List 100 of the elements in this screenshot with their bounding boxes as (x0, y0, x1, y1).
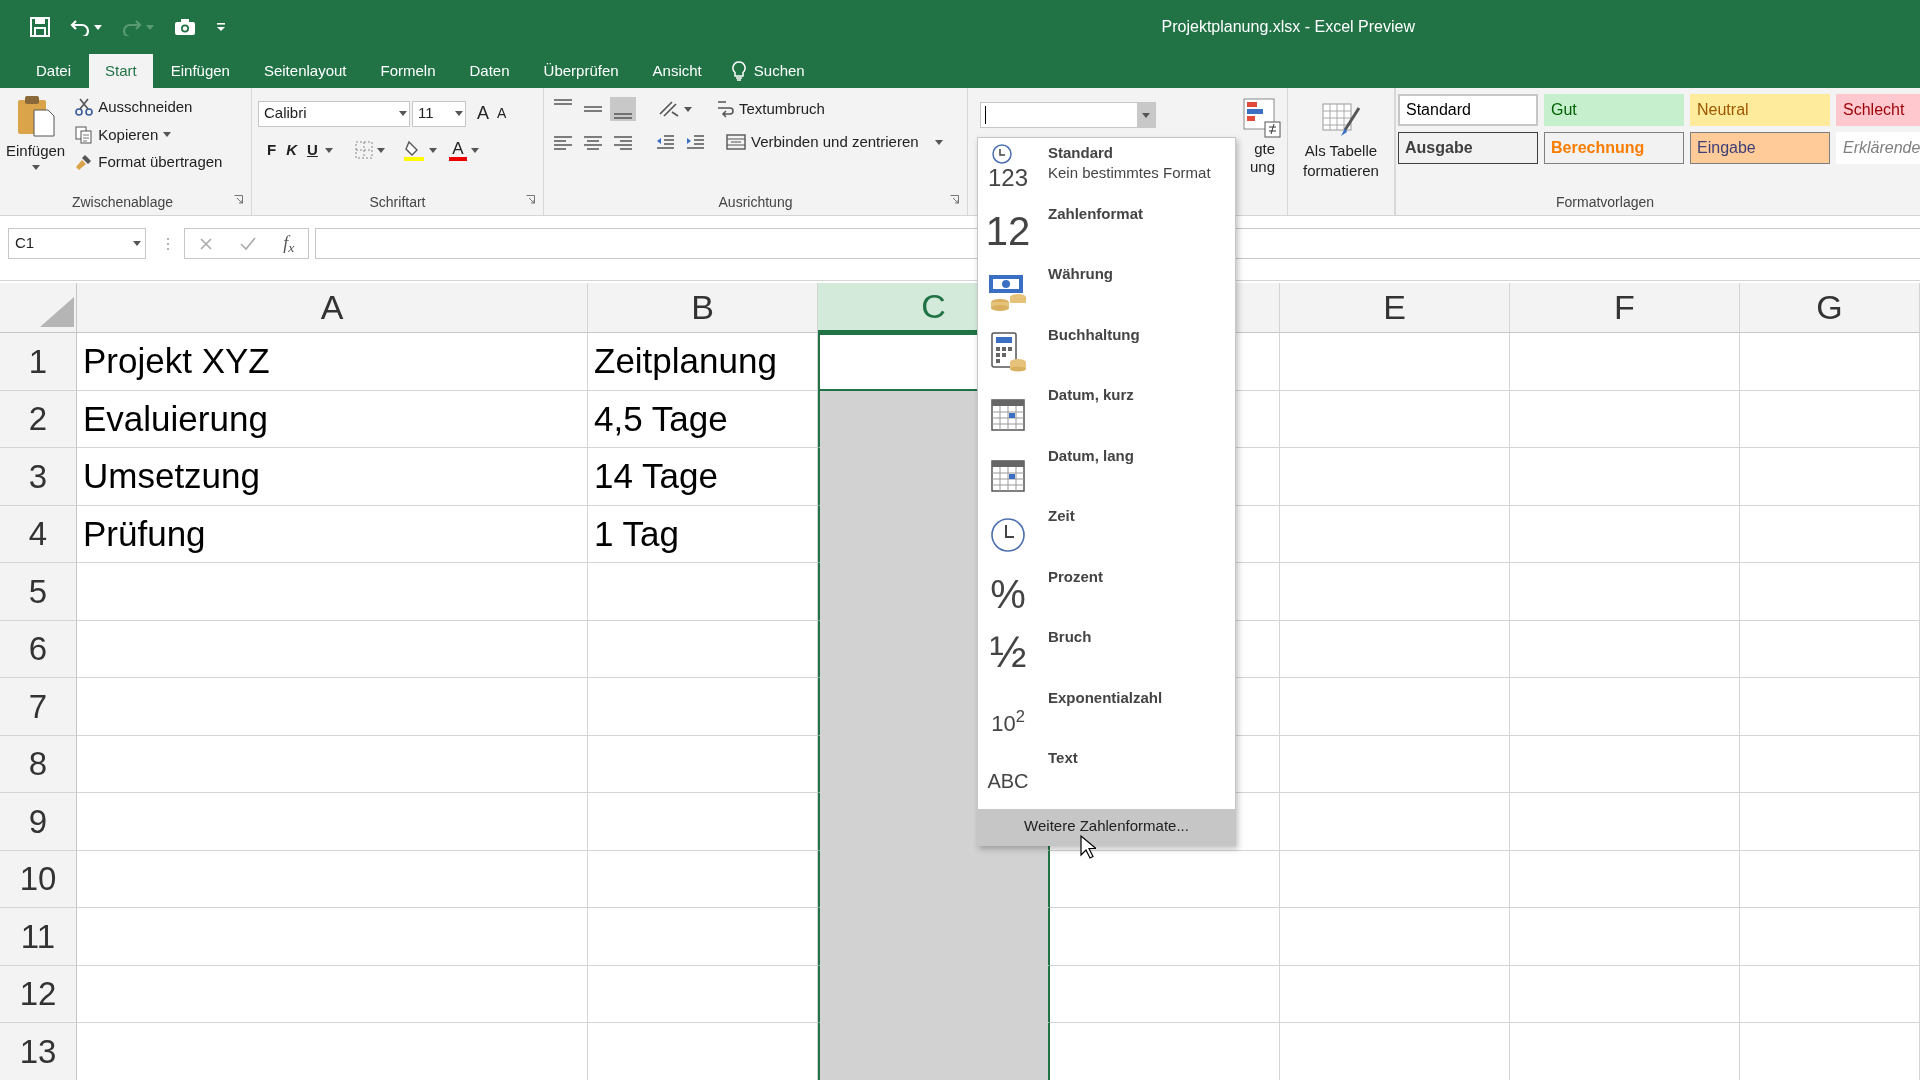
menu-item[interactable]: 123 Standard Kein bestimmtes Format (978, 140, 1235, 201)
align-top-icon (553, 99, 573, 106)
table-cell[interactable]: Evaluierung (77, 390, 588, 448)
caret-icon (324, 147, 333, 153)
caret-icon (133, 241, 141, 246)
menu-item[interactable]: % Prozent (978, 563, 1235, 624)
tell-me-button[interactable]: Suchen (719, 54, 817, 88)
increase-indent-icon (685, 132, 705, 151)
fill-color-icon (402, 139, 425, 162)
row-header[interactable]: 1 (0, 333, 77, 391)
menu-item[interactable]: ABC Text (978, 745, 1235, 806)
row-header[interactable]: 9 (0, 793, 77, 851)
cut-button[interactable]: Ausschneiden (71, 94, 227, 121)
table-cell[interactable]: Projekt XYZ (77, 333, 588, 391)
font-size-field[interactable]: 11 (412, 100, 466, 127)
ribbon-tab[interactable]: Überprüfen (527, 54, 635, 88)
bold-button[interactable]: F (264, 137, 280, 164)
row-header[interactable]: 11 (0, 908, 77, 966)
row-header[interactable]: 10 (0, 850, 77, 908)
row-header[interactable]: 3 (0, 448, 77, 506)
column-header[interactable]: B (588, 283, 818, 333)
merge-center-button[interactable]: Verbinden und zentrieren (722, 128, 923, 155)
exponent-icon: 10$^{2}$ (991, 712, 1025, 735)
cell-style-tile[interactable]: Ausgabe (1398, 132, 1538, 164)
format-painter-button[interactable]: Format übertragen (71, 149, 227, 176)
conditional-formatting-button[interactable]: gte ung (1249, 140, 1275, 176)
conditional-format-icon (1243, 98, 1281, 138)
table-cell[interactable]: Umsetzung (77, 448, 588, 506)
cell-style-tile[interactable]: Erklärende (1836, 132, 1920, 164)
ribbon-tab[interactable]: Daten (453, 54, 526, 88)
row-header[interactable]: 4 (0, 505, 77, 563)
text-format-icon: ABC (987, 771, 1029, 795)
align-left-icon (553, 133, 573, 150)
column-header[interactable]: E (1280, 283, 1510, 333)
font-name-field[interactable]: Calibri (258, 100, 410, 127)
table-cell[interactable] (818, 1023, 1050, 1080)
cell-style-tile[interactable]: Gut (1544, 94, 1684, 126)
ribbon-tab[interactable]: Start (89, 54, 153, 88)
align-bottom-icon (613, 113, 633, 120)
paintbrush-icon (75, 153, 94, 172)
select-all-icon[interactable] (40, 297, 74, 327)
underline-button[interactable]: U (304, 137, 321, 164)
caret-icon (455, 111, 463, 116)
shrink-font-button[interactable]: A (494, 101, 510, 126)
number-format-field[interactable] (980, 102, 1156, 128)
ribbon-tab[interactable]: Einfügen (154, 54, 246, 88)
name-box[interactable]: C1 (8, 228, 146, 259)
row-header[interactable]: 7 (0, 678, 77, 736)
ribbon-tab[interactable]: Datei (20, 54, 88, 88)
caret-icon (94, 24, 102, 30)
copy-icon (75, 125, 94, 144)
menu-item[interactable]: 10$^{2}$ Exponentialzahl (978, 684, 1235, 745)
camera-icon (174, 18, 196, 36)
group-label: Zwischenablage (71, 192, 174, 212)
ribbon-tab[interactable]: Formeln (364, 54, 452, 88)
menu-item[interactable]: ½ Bruch (978, 624, 1235, 685)
column-header[interactable]: A (77, 283, 588, 333)
row-header[interactable]: 8 (0, 735, 77, 793)
borders-icon (354, 141, 373, 160)
ribbon-tab[interactable]: Seitenlayout (247, 54, 363, 88)
align-bottom-button[interactable] (610, 97, 636, 122)
orientation-icon (658, 100, 680, 119)
insert-function-button[interactable]: f$_{x}$ (283, 230, 295, 257)
menu-item[interactable]: 12 Zahlenformat (978, 200, 1235, 261)
grip-icon (166, 237, 170, 251)
row-header[interactable]: 13 (0, 1023, 77, 1080)
row-header[interactable]: 5 (0, 563, 77, 621)
caret-icon (399, 111, 407, 116)
align-middle-icon (583, 106, 603, 113)
paste-button[interactable]: Einfügen (0, 92, 72, 189)
lightbulb-icon (731, 61, 746, 81)
font-color-button[interactable]: A (452, 139, 464, 157)
menu-item[interactable]: Datum, lang (978, 442, 1235, 503)
table-cell[interactable]: Prüfung (77, 505, 588, 563)
ribbon-tab[interactable]: Ansicht (636, 54, 718, 88)
cell-style-tile[interactable]: Eingabe (1690, 132, 1830, 164)
caret-icon (934, 140, 943, 145)
row-header[interactable]: 12 (0, 965, 77, 1023)
cell-style-tile[interactable]: Schlecht (1836, 94, 1920, 126)
more-formats-button[interactable]: Weitere Zahlenformate... (978, 808, 1235, 845)
number-format-icon: 12 (985, 210, 1031, 251)
caret-icon (163, 132, 172, 138)
copy-button[interactable]: Kopieren (71, 121, 227, 148)
grow-font-button[interactable]: A (474, 98, 492, 129)
caret-icon (146, 24, 154, 30)
caret-icon (428, 147, 437, 153)
wrap-text-icon (716, 99, 734, 120)
caret-icon (1142, 112, 1150, 118)
column-header[interactable]: G (1740, 283, 1920, 333)
cell-style-tile[interactable]: Standard (1398, 94, 1538, 126)
row-header[interactable]: 2 (0, 390, 77, 448)
menu-item[interactable]: Datum, kurz (978, 382, 1235, 443)
column-header[interactable]: F (1510, 283, 1740, 333)
menu-item[interactable]: Zeit (978, 503, 1235, 564)
wrap-text-button[interactable]: Textumbruch (712, 96, 829, 123)
format-as-table-button[interactable]: Als Tabelle formatieren (1294, 92, 1388, 182)
group-label: Ausrichtung (718, 192, 793, 212)
cell-style-tile[interactable]: Neutral (1690, 94, 1830, 126)
italic-button[interactable]: K (283, 137, 300, 164)
row-header[interactable]: 6 (0, 620, 77, 678)
